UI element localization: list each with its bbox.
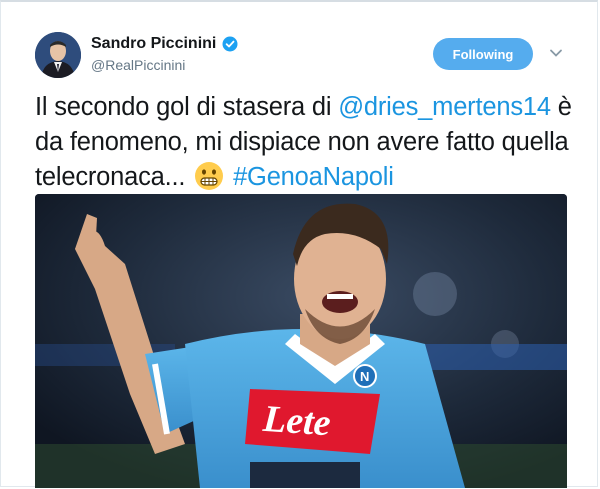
verified-badge-icon <box>222 36 238 52</box>
tweet-text: Il secondo gol di stasera di @dries_mert… <box>35 90 575 195</box>
author-row: Sandro Piccinini <box>91 35 238 53</box>
grimacing-face-emoji-icon <box>195 162 224 190</box>
hashtag-link[interactable]: #GenoaNapoli <box>233 163 394 191</box>
player-celebration-image: Lete N <box>35 194 567 488</box>
tweet-photo[interactable]: Lete N <box>35 194 567 488</box>
following-button[interactable]: Following <box>433 38 533 70</box>
jersey-sponsor-logo: Lete <box>261 398 332 445</box>
avatar[interactable] <box>35 32 81 78</box>
author-name[interactable]: Sandro Piccinini <box>91 35 216 53</box>
chevron-down-icon[interactable] <box>549 46 563 60</box>
tweet-card: Sandro Piccinini @RealPiccinini Followin… <box>0 0 598 488</box>
author-handle[interactable]: @RealPiccinini <box>91 57 185 73</box>
svg-text:N: N <box>360 369 369 384</box>
tweet-text-part-1: Il secondo gol di stasera di <box>35 93 339 121</box>
mention-link[interactable]: @dries_mertens14 <box>338 93 551 121</box>
avatar-image <box>35 32 81 78</box>
